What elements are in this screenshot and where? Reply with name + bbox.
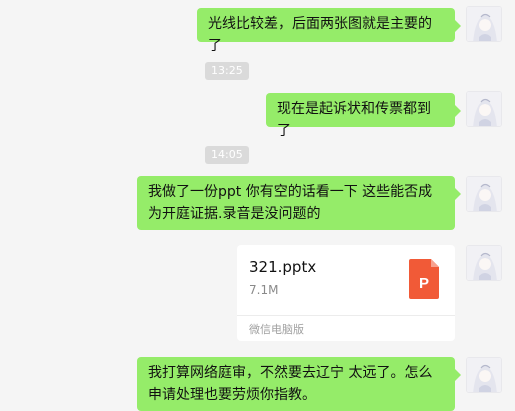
- ppt-file-icon: P: [409, 259, 439, 299]
- sender-avatar[interactable]: [466, 245, 502, 281]
- message-bubble[interactable]: 现在是起诉状和传票都到了: [266, 93, 461, 139]
- ppt-icon-letter: P: [419, 275, 429, 292]
- file-card-divider: [237, 315, 455, 316]
- sender-avatar[interactable]: [466, 6, 502, 42]
- timestamp: 13:25: [205, 62, 249, 80]
- file-name: 321.pptx: [249, 258, 317, 276]
- timestamp: 14:05: [205, 146, 249, 164]
- message-bubble[interactable]: 光线比较差，后面两张图就是主要的了: [197, 8, 461, 54]
- avatar-anime-girl-icon: [467, 92, 501, 126]
- message-bubble[interactable]: 我做了一份ppt 你有空的话看一下 这些能否成为开庭证据.录音是没问题的: [137, 176, 461, 230]
- file-size: 7.1M: [249, 283, 279, 297]
- message-text: 我做了一份ppt 你有空的话看一下 这些能否成为开庭证据.录音是没问题的: [148, 184, 433, 222]
- file-source: 微信电脑版: [249, 323, 304, 336]
- message-bubble[interactable]: 我打算网络庭审，不然要去辽宁 太远了。怎么申请处理也要劳烦你指教。: [137, 357, 461, 411]
- message-text: 现在是起诉状和传票都到了: [277, 101, 431, 139]
- avatar-anime-girl-icon: [467, 7, 501, 41]
- message-text: 光线比较差，后面两张图就是主要的了: [208, 16, 432, 54]
- sender-avatar[interactable]: [466, 176, 502, 212]
- avatar-anime-girl-icon: [467, 177, 501, 211]
- sender-avatar[interactable]: [466, 357, 502, 393]
- file-message-card[interactable]: 321.pptx 7.1M P 微信电脑版: [237, 245, 455, 341]
- message-text: 我打算网络庭审，不然要去辽宁 太远了。怎么申请处理也要劳烦你指教。: [148, 365, 433, 403]
- avatar-anime-girl-icon: [467, 246, 501, 280]
- avatar-anime-girl-icon: [467, 358, 501, 392]
- sender-avatar[interactable]: [466, 91, 502, 127]
- chat-history: 光线比较差，后面两张图就是主要的了 13:25 现在是起诉状和传票都到了 14:…: [0, 0, 515, 411]
